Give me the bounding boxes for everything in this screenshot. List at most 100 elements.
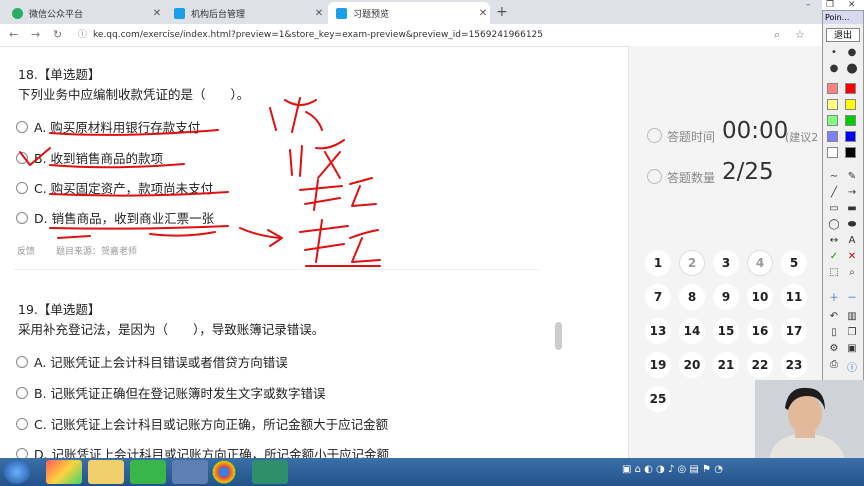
radio-button[interactable] <box>16 181 28 194</box>
new-page-icon[interactable]: ▯ <box>827 327 841 338</box>
option-b[interactable]: B. 收到销售商品的款项 <box>16 148 163 167</box>
radio-button[interactable] <box>16 211 28 224</box>
color-swatch[interactable] <box>845 83 856 94</box>
question-number-button[interactable]: 8 <box>679 284 705 310</box>
restore-icon[interactable]: ❐ <box>826 0 834 10</box>
url-field[interactable]: ⓘ ke.qq.com/exercise/index.html?preview=1… <box>78 27 758 43</box>
option-c[interactable]: C. 购买固定资产，款项尚未支付 <box>16 178 213 197</box>
magnify-icon[interactable]: ⌕ <box>845 267 859 278</box>
question-number-button[interactable]: 16 <box>747 318 773 344</box>
close-window-icon[interactable]: ✕ <box>848 0 856 10</box>
pen-dot-xl-icon[interactable]: ● <box>845 61 859 76</box>
pencil-icon[interactable]: ✎ <box>845 171 859 182</box>
color-swatch[interactable] <box>827 99 838 110</box>
color-swatch[interactable] <box>845 147 856 158</box>
filled-ellipse-icon[interactable]: ⬬ <box>845 219 859 230</box>
question-number-button[interactable]: 7 <box>645 284 671 310</box>
option-a[interactable]: A. 记账凭证上会计科目错误或者借贷方向错误 <box>16 352 288 371</box>
forward-icon[interactable]: → <box>31 28 40 41</box>
move-icon[interactable]: ↔ <box>827 235 841 246</box>
selection-icon[interactable]: ⬚ <box>827 267 841 278</box>
question-number-button[interactable]: 4 <box>747 250 773 276</box>
color-swatch[interactable] <box>827 131 838 142</box>
question-number-button[interactable]: 2 <box>679 250 705 276</box>
color-swatch[interactable] <box>845 131 856 142</box>
question-number-button[interactable]: 23 <box>781 352 807 378</box>
minimize-icon[interactable]: – <box>806 0 811 10</box>
question-number-button[interactable]: 5 <box>781 250 807 276</box>
scrollbar-thumb[interactable] <box>555 322 562 350</box>
print-icon[interactable]: ⎙ <box>827 359 841 370</box>
color-swatch[interactable] <box>845 115 856 126</box>
chrome-icon[interactable] <box>212 460 236 484</box>
new-tab-button[interactable]: + <box>496 4 508 20</box>
option-c[interactable]: C. 记账凭证上会计科目或记账方向正确，所记金额大于应记金额 <box>16 414 388 433</box>
line-icon[interactable]: ╱ <box>827 187 841 198</box>
question-number-button[interactable]: 14 <box>679 318 705 344</box>
question-number-button[interactable]: 9 <box>713 284 739 310</box>
radio-button[interactable] <box>16 447 28 458</box>
rectangle-icon[interactable]: ▭ <box>827 203 841 214</box>
pen-dot-medium-icon[interactable]: ● <box>845 47 859 58</box>
question-number-button[interactable]: 10 <box>747 284 773 310</box>
zoom-in-icon[interactable]: ＋ <box>827 289 841 304</box>
settings-icon[interactable]: ⚙ <box>827 343 841 354</box>
wechat-icon[interactable] <box>130 460 166 484</box>
photo-icon[interactable] <box>172 460 208 484</box>
radio-button[interactable] <box>16 386 28 399</box>
question-number-button[interactable]: 15 <box>713 318 739 344</box>
option-a[interactable]: A. 购买原材料用银行存款支付 <box>16 117 200 136</box>
close-icon[interactable]: ✕ <box>150 8 164 19</box>
question-number-button[interactable]: 17 <box>781 318 807 344</box>
exit-button[interactable]: 退出 <box>826 28 860 42</box>
option-b[interactable]: B. 记账凭证正确但在登记账簿时发生文字或数字错误 <box>16 383 326 402</box>
store-icon[interactable] <box>46 460 82 484</box>
trash-icon[interactable]: ▥ <box>845 311 859 322</box>
feedback-link[interactable]: 反馈 <box>17 244 35 257</box>
question-number-button[interactable]: 25 <box>645 386 671 412</box>
pen-dot-large-icon[interactable]: ● <box>827 63 841 74</box>
zoom-icon[interactable]: ⌕ <box>774 28 780 42</box>
tab-exercise-preview[interactable]: 习题预览 ✕ <box>328 2 490 24</box>
reload-icon[interactable]: ↻ <box>53 28 62 41</box>
question-number-button[interactable]: 1 <box>645 250 671 276</box>
radio-button[interactable] <box>16 120 28 133</box>
option-d[interactable]: D. 记账凭证上会计科目或记账方向正确，所记金额小于应记金额 <box>16 444 389 458</box>
color-swatch[interactable] <box>827 147 838 158</box>
filled-rectangle-icon[interactable]: ▬ <box>845 203 859 214</box>
zoom-out-icon[interactable]: － <box>845 289 859 304</box>
help-icon[interactable]: ⓘ <box>845 359 859 374</box>
cross-icon[interactable]: ✕ <box>845 251 859 262</box>
freehand-icon[interactable]: ∼ <box>827 171 841 182</box>
text-icon[interactable]: A <box>845 235 859 246</box>
question-number-button[interactable]: 20 <box>679 352 705 378</box>
color-swatch[interactable] <box>845 99 856 110</box>
screen-icon[interactable] <box>252 460 288 484</box>
option-d[interactable]: D. 销售商品，收到商业汇票一张 <box>16 208 214 227</box>
close-icon[interactable]: ✕ <box>312 8 326 19</box>
radio-button[interactable] <box>16 355 28 368</box>
copy-icon[interactable]: ❐ <box>845 327 859 338</box>
color-swatch[interactable] <box>827 83 838 94</box>
undo-icon[interactable]: ↶ <box>827 311 841 322</box>
save-icon[interactable]: ▣ <box>845 343 859 354</box>
question-number-button[interactable]: 19 <box>645 352 671 378</box>
windows-start-icon[interactable] <box>4 460 30 484</box>
arrow-icon[interactable]: → <box>845 187 859 198</box>
system-tray[interactable]: ▣ ⌂ ◐ ◑ ♪ ◎ ▤ ⚑ ◔ <box>622 464 723 475</box>
check-icon[interactable]: ✓ <box>827 251 841 262</box>
radio-button[interactable] <box>16 417 28 430</box>
color-swatch[interactable] <box>827 115 838 126</box>
folder-icon[interactable] <box>88 460 124 484</box>
question-number-button[interactable]: 3 <box>713 250 739 276</box>
radio-button[interactable] <box>16 151 28 164</box>
question-number-button[interactable]: 21 <box>713 352 739 378</box>
bookmark-star-icon[interactable]: ☆ <box>795 28 805 41</box>
pen-dot-small-icon[interactable]: • <box>827 47 841 58</box>
close-icon[interactable]: ✕ <box>476 8 490 19</box>
tab-admin[interactable]: 机构后台管理 ✕ <box>166 2 326 24</box>
tab-wechat[interactable]: 微信公众平台 ✕ <box>4 2 164 24</box>
ellipse-icon[interactable]: ◯ <box>827 219 841 230</box>
question-number-button[interactable]: 13 <box>645 318 671 344</box>
back-icon[interactable]: ← <box>9 28 18 41</box>
